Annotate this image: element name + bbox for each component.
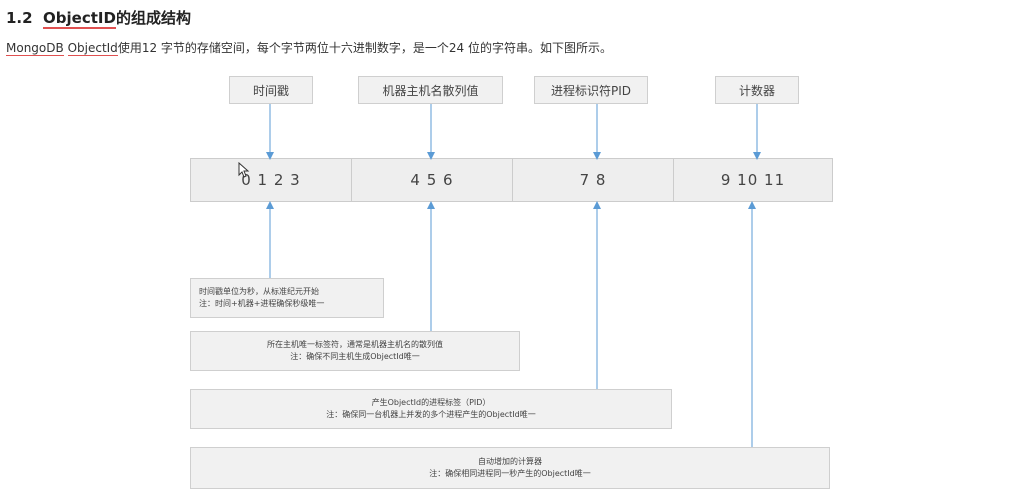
connector-arrows [266, 104, 761, 447]
